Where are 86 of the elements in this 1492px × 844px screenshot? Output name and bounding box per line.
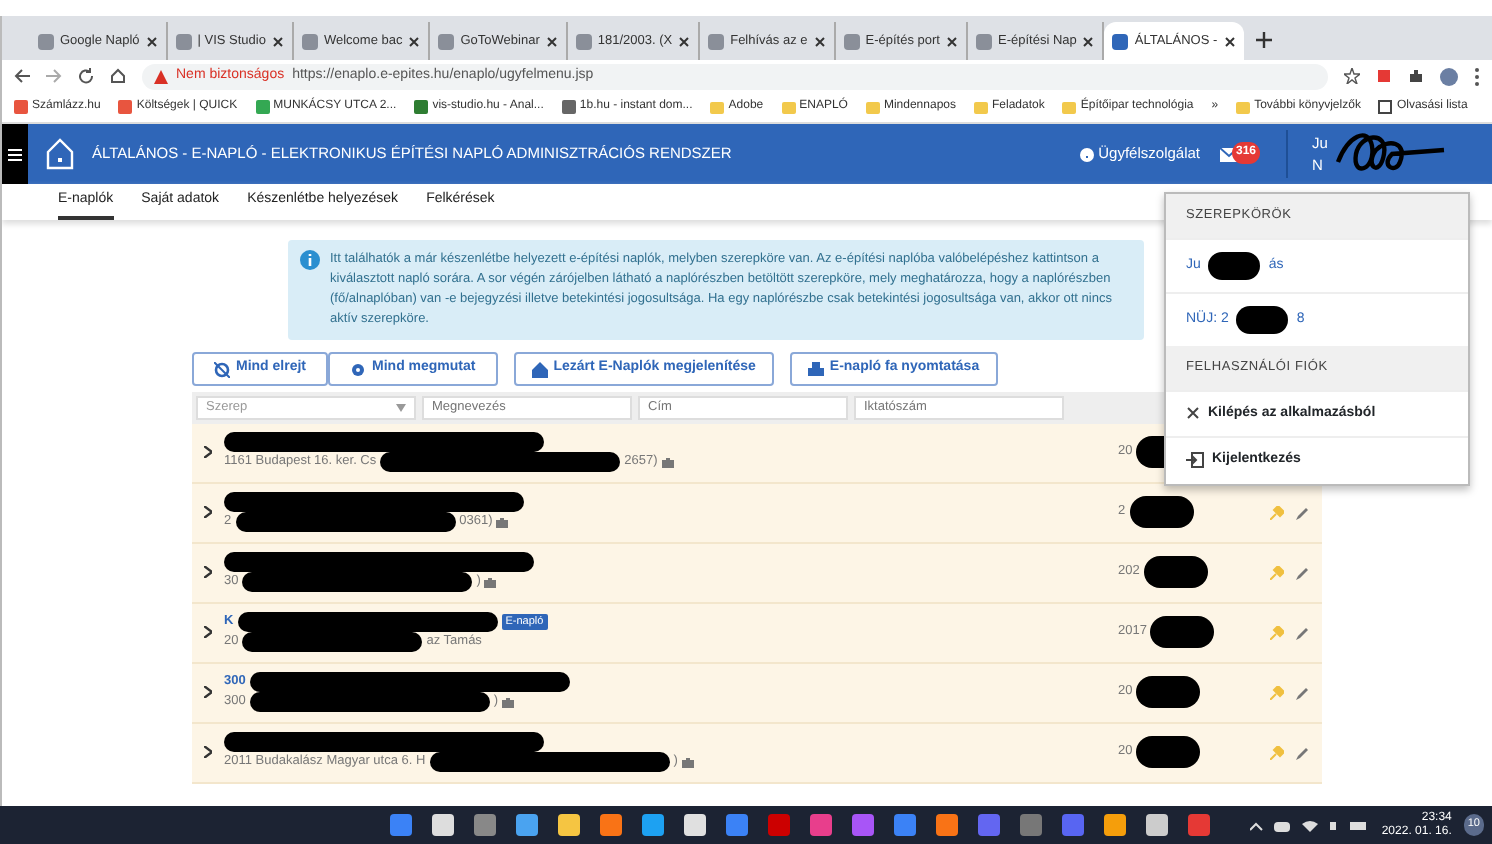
menu-button[interactable] (2, 124, 28, 184)
briefcase-icon (484, 577, 497, 588)
house-icon (531, 361, 548, 377)
favicon-icon (975, 33, 992, 49)
chevron-icon (204, 686, 212, 699)
close-icon (1186, 406, 1200, 421)
pencil-icon[interactable] (1296, 505, 1310, 520)
close-icon[interactable] (145, 35, 158, 47)
close-icon[interactable] (545, 35, 558, 47)
close-icon[interactable] (813, 35, 826, 47)
favicon-icon (38, 33, 54, 49)
taskbar-app-icon[interactable] (1104, 814, 1126, 836)
caret-icon (396, 403, 406, 412)
taskbar-app-icon[interactable] (768, 814, 790, 836)
taskbar-app-icon[interactable] (852, 814, 874, 836)
briefcase-icon (502, 697, 515, 708)
info-icon (300, 250, 320, 270)
taskbar-app-icon[interactable] (558, 814, 580, 836)
taskbar-app-icon[interactable] (474, 814, 496, 836)
briefcase-icon (681, 757, 694, 768)
redaction-mark (1143, 556, 1208, 589)
close-icon[interactable] (945, 35, 958, 47)
redaction-mark (1136, 676, 1201, 709)
reading-list-icon (1378, 100, 1393, 114)
printer-icon (807, 361, 824, 377)
pencil-icon[interactable] (1296, 625, 1310, 640)
favicon-icon (1112, 33, 1129, 49)
favicon-icon (301, 33, 318, 49)
taskbar-app-icon[interactable] (894, 814, 916, 836)
logout-icon (1186, 452, 1204, 469)
taskbar-app-icon[interactable] (978, 814, 1000, 836)
menu-icon (8, 147, 22, 161)
redaction-mark (1236, 305, 1289, 334)
chevron-icon (204, 746, 212, 759)
taskbar-app-icon[interactable] (390, 814, 412, 836)
close-icon[interactable] (1223, 35, 1236, 47)
reload-icon[interactable] (78, 68, 94, 84)
favicon-icon (843, 33, 860, 49)
taskbar-app-icon[interactable] (1146, 814, 1168, 836)
redaction-mark (1129, 496, 1194, 529)
favicon-icon (438, 33, 455, 49)
chevron-icon (204, 446, 212, 459)
eye-icon (350, 361, 367, 377)
pencil-icon[interactable] (1296, 565, 1310, 580)
favicon-icon (708, 33, 725, 49)
favicon-icon (175, 33, 192, 49)
taskbar-app-icon[interactable] (516, 814, 538, 836)
forward-icon[interactable] (46, 68, 62, 84)
pencil-icon[interactable] (1296, 685, 1310, 700)
favicon-icon (575, 33, 592, 49)
home-icon[interactable] (110, 68, 126, 84)
taskbar-app-icon[interactable] (1062, 814, 1084, 836)
redaction-mark (1150, 616, 1215, 649)
chevron-icon (204, 506, 212, 519)
taskbar-app-icon[interactable] (432, 814, 454, 836)
taskbar-app-icon[interactable] (726, 814, 748, 836)
house-icon (44, 138, 76, 170)
eye-slash-icon (214, 361, 230, 377)
warning-icon (154, 69, 168, 83)
redaction-mark (1136, 736, 1201, 769)
avatar-icon[interactable] (1440, 67, 1458, 85)
close-icon[interactable] (1082, 35, 1095, 47)
taskbar-app-icon[interactable] (936, 814, 958, 836)
chevron-icon (204, 626, 212, 639)
briefcase-icon (661, 457, 674, 468)
taskbar-app-icon[interactable] (600, 814, 622, 836)
taskbar-app-icon[interactable] (684, 814, 706, 836)
close-icon[interactable] (271, 35, 284, 47)
menu-icon[interactable] (1474, 67, 1480, 85)
chevron-icon (204, 566, 212, 579)
star-icon[interactable] (1344, 68, 1360, 84)
help-icon (1080, 147, 1095, 161)
back-icon[interactable] (14, 68, 30, 84)
puzzle-icon[interactable] (1408, 68, 1424, 84)
close-icon[interactable] (408, 35, 421, 47)
briefcase-icon (496, 517, 509, 528)
taskbar-app-icon[interactable] (1020, 814, 1042, 836)
pencil-icon[interactable] (1296, 745, 1310, 760)
taskbar-app-icon[interactable] (642, 814, 664, 836)
taskbar-app-icon[interactable] (1188, 814, 1210, 836)
close-icon[interactable] (678, 35, 691, 47)
tray-icons-drawing[interactable] (1249, 817, 1370, 833)
new-tab-icon[interactable] (1255, 32, 1272, 48)
taskbar-app-icon[interactable] (810, 814, 832, 836)
redaction-mark (1208, 251, 1261, 280)
extension-icon[interactable] (1376, 68, 1392, 84)
